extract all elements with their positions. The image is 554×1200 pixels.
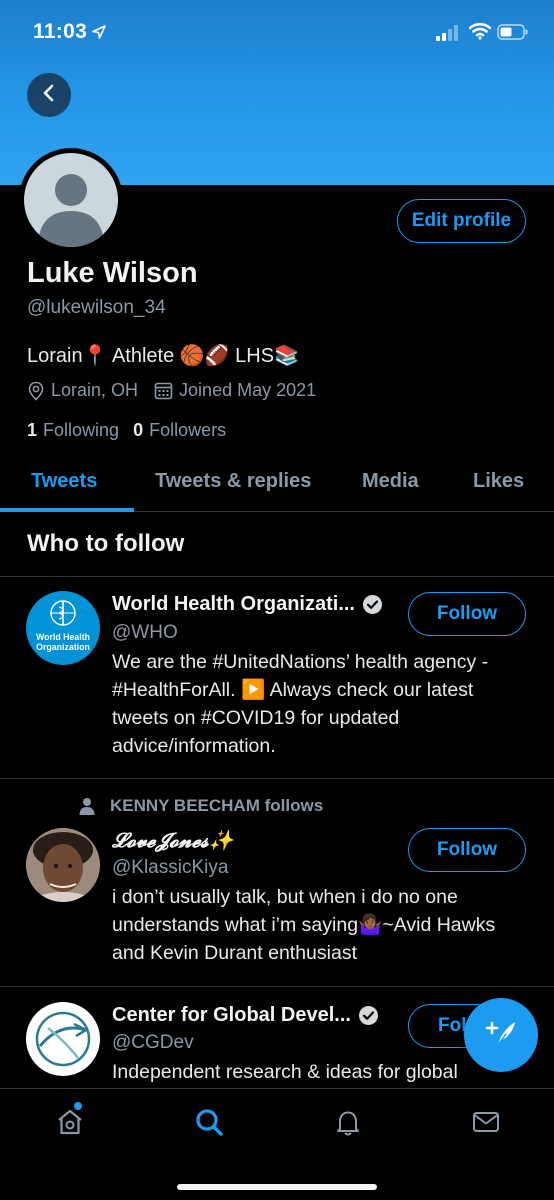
battery-icon	[497, 24, 529, 45]
nav-search[interactable]	[192, 1107, 226, 1141]
bell-icon	[333, 1107, 363, 1142]
profile-name: Luke Wilson	[27, 257, 198, 289]
back-button[interactable]	[27, 73, 71, 117]
status-time: 11:03	[33, 20, 88, 43]
active-tab-indicator	[0, 508, 134, 512]
nav-home[interactable]	[53, 1107, 87, 1141]
profile-meta: Lorain, OH Joined May 2021	[27, 380, 332, 401]
profile-handle: @lukewilson_34	[27, 297, 166, 318]
profile-joined-text: Joined May 2021	[179, 380, 317, 400]
nav-messages[interactable]	[469, 1107, 503, 1141]
suggestion-bio: We are the #UnitedNations’ health agency…	[112, 651, 489, 757]
profile-tabs: Tweets Tweets & replies Media Likes	[0, 462, 554, 512]
suggestion-handle: @KlassicKiya	[112, 857, 229, 878]
follow-button[interactable]: Follow	[408, 828, 526, 872]
profile-location-text: Lorain, OH	[51, 380, 139, 400]
who-avatar-line2: Organization	[36, 642, 90, 652]
suggestion-bio: Independent research & ideas for global	[112, 1061, 458, 1083]
suggestion-handle: @WHO	[112, 622, 178, 643]
verified-badge-icon	[362, 594, 383, 615]
who-avatar-line1: World Health	[36, 632, 90, 642]
profile-avatar[interactable]	[19, 148, 123, 252]
suggestion-bio: i don’t usually talk, but when i do no o…	[112, 886, 496, 964]
profile-joined: Joined May 2021	[154, 380, 316, 401]
suggestion-name-text: Center for Global Devel...	[112, 1004, 351, 1026]
who-to-follow-title: Who to follow	[27, 530, 185, 557]
default-avatar-icon	[24, 153, 118, 247]
profile-location: Lorain, OH	[27, 380, 138, 401]
edit-profile-button[interactable]: Edit profile	[397, 199, 526, 243]
who-avatar: World Health Organization	[26, 591, 100, 665]
cgdev-avatar	[26, 1002, 100, 1076]
calendar-icon	[154, 381, 173, 400]
following-link[interactable]: 1 Following	[27, 420, 119, 441]
location-arrow-icon	[91, 24, 107, 40]
verified-badge-icon	[358, 1005, 379, 1026]
home-indicator	[177, 1184, 377, 1190]
suggestion-name: World Health Organizati...	[112, 593, 383, 616]
profile-bio: Lorain📍 Athlete 🏀🏈 LHS📚	[27, 345, 299, 367]
wifi-icon	[468, 22, 492, 45]
unread-dot	[74, 1102, 82, 1110]
following-label: Following	[43, 420, 120, 440]
person-icon	[78, 797, 96, 815]
follow-counts: 1 Following 0 Followers	[27, 420, 226, 441]
tab-tweets-replies[interactable]: Tweets & replies	[155, 470, 311, 493]
status-bar: 11:03	[0, 0, 554, 66]
mail-icon	[471, 1107, 501, 1142]
divider	[0, 986, 554, 987]
compose-feather-icon	[484, 1018, 518, 1053]
divider	[0, 576, 554, 577]
search-icon	[194, 1107, 224, 1142]
compose-tweet-button[interactable]	[464, 998, 538, 1072]
suggestion-name: Center for Global Devel...	[112, 1004, 379, 1027]
followers-link[interactable]: 0 Followers	[133, 420, 226, 441]
location-pin-icon	[27, 381, 45, 401]
suggestion-name: 𝓛𝓸𝓿𝓮𝓙𝓸𝓷𝓮𝓼✨	[112, 828, 234, 852]
divider	[0, 778, 554, 779]
cellular-signal-icon	[436, 25, 460, 46]
tab-tweets[interactable]: Tweets	[31, 470, 97, 493]
followers-label: Followers	[149, 420, 227, 440]
chevron-left-icon	[41, 84, 57, 107]
follow-button[interactable]: Follow	[408, 592, 526, 636]
tab-media[interactable]: Media	[362, 470, 419, 493]
following-count: 1	[27, 420, 38, 440]
home-icon	[55, 1107, 85, 1142]
suggestion-name-text: World Health Organizati...	[112, 593, 355, 615]
tab-likes[interactable]: Likes	[473, 470, 524, 493]
social-context-text: KENNY BEECHAM follows	[110, 796, 324, 815]
klassickiya-avatar	[26, 828, 100, 902]
social-context: KENNY BEECHAM follows	[78, 796, 323, 816]
nav-notifications[interactable]	[331, 1107, 365, 1141]
followers-count: 0	[133, 420, 144, 440]
suggestion-handle: @CGDev	[112, 1032, 194, 1053]
